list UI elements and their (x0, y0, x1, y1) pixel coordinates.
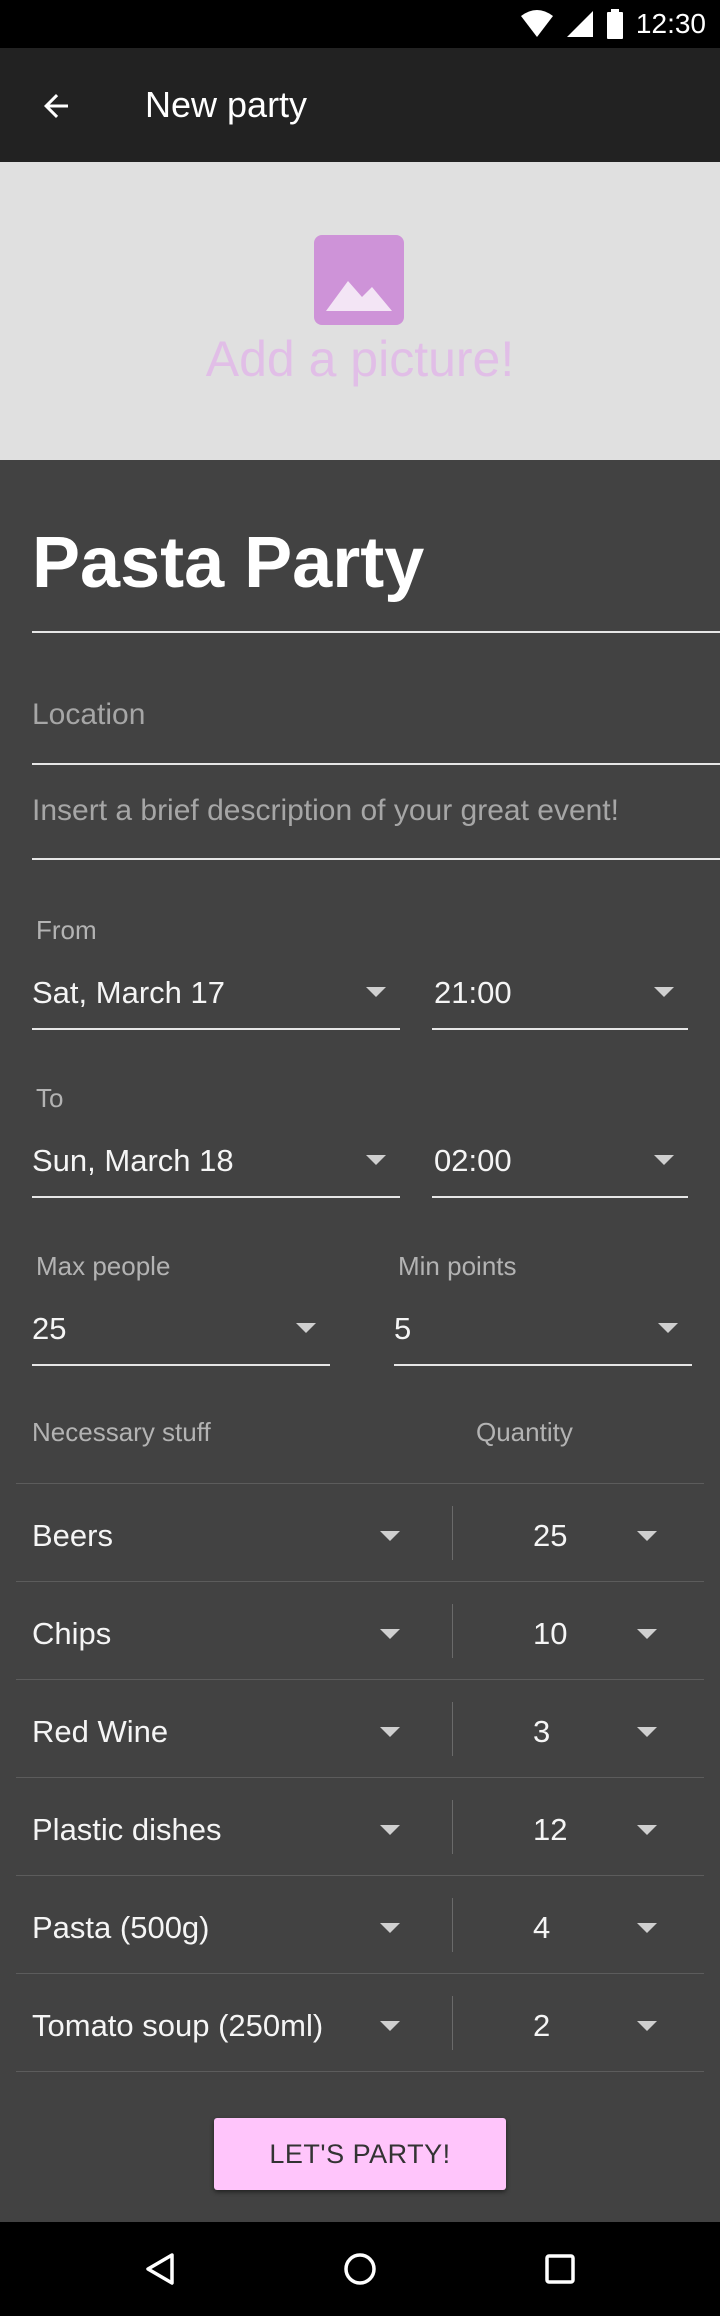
chevron-down-icon (366, 1155, 386, 1165)
location-underline (32, 763, 720, 765)
to-time-value: 02:00 (434, 1143, 512, 1178)
location-input[interactable]: Location (32, 698, 145, 732)
stuff-item-name: Plastic dishes (32, 1812, 222, 1847)
from-label: From (36, 915, 97, 945)
to-time-underline (432, 1196, 688, 1198)
status-bar: 12:30 (0, 0, 720, 48)
square-recents-icon (545, 2254, 575, 2284)
wifi-icon (520, 10, 553, 37)
stuff-divider (16, 1581, 704, 1582)
max-people-value: 25 (32, 1311, 67, 1346)
stuff-item-name: Pasta (500g) (32, 1910, 210, 1945)
chevron-down-icon (366, 987, 386, 997)
description-input[interactable]: Insert a brief description of your great… (32, 794, 619, 828)
status-time: 12:30 (635, 8, 706, 39)
necessary-stuff-label: Necessary stuff (32, 1417, 211, 1447)
chevron-down-icon (658, 1323, 678, 1333)
lets-party-button[interactable]: LET'S PARTY! (214, 2118, 506, 2190)
back-button[interactable] (24, 76, 88, 136)
stuff-item-name: Tomato soup (250ml) (32, 2008, 324, 2043)
stuff-divider (16, 2071, 704, 2072)
chevron-down-icon (380, 1825, 400, 1835)
chevron-down-icon (654, 987, 674, 997)
nav-back-button[interactable] (127, 2236, 193, 2302)
chevron-down-icon (380, 2021, 400, 2031)
add-picture-area[interactable]: Add a picture! (0, 162, 720, 460)
chevron-down-icon (654, 1155, 674, 1165)
min-points-value: 5 (394, 1311, 412, 1346)
stuff-quantity-value: 25 (533, 1518, 568, 1553)
circle-home-icon (344, 2253, 376, 2285)
party-form: Pasta Party Location Insert a brief desc… (0, 460, 720, 2222)
app-title: New party (145, 84, 308, 125)
to-date-underline (32, 1196, 400, 1198)
stuff-quantity-value: 4 (533, 1910, 551, 1945)
app-bar: New party (0, 48, 720, 162)
chevron-down-icon (637, 1531, 657, 1541)
party-title-input[interactable]: Pasta Party (32, 522, 424, 604)
chevron-down-icon (637, 1727, 657, 1737)
chevron-down-icon (380, 1531, 400, 1541)
quantity-label: Quantity (476, 1417, 573, 1447)
system-nav-bar (0, 2222, 720, 2316)
stuff-divider (16, 1777, 704, 1778)
triangle-back-icon (146, 2253, 174, 2285)
signal-icon (566, 11, 593, 37)
chevron-down-icon (637, 1629, 657, 1639)
stuff-quantity-value: 10 (533, 1616, 568, 1651)
chevron-down-icon (380, 1727, 400, 1737)
column-divider (452, 1996, 453, 2050)
chevron-down-icon (637, 2021, 657, 2031)
stuff-quantity-value: 3 (533, 1714, 551, 1749)
description-underline (32, 858, 720, 860)
image-icon (314, 235, 404, 325)
stuff-item-name: Chips (32, 1616, 112, 1651)
chevron-down-icon (637, 1825, 657, 1835)
title-underline (32, 631, 720, 633)
chevron-down-icon (637, 1923, 657, 1933)
nav-recents-button[interactable] (527, 2236, 593, 2302)
from-date-value: Sat, March 17 (32, 975, 225, 1010)
column-divider (452, 1604, 453, 1658)
stuff-quantity-value: 12 (533, 1812, 568, 1847)
from-date-underline (32, 1028, 400, 1030)
stuff-divider (16, 1973, 704, 1974)
min-points-underline (394, 1364, 692, 1366)
chevron-down-icon (380, 1923, 400, 1933)
column-divider (452, 1898, 453, 1952)
stuff-divider (16, 1679, 704, 1680)
add-picture-label: Add a picture! (205, 331, 515, 387)
stuff-divider (16, 1483, 704, 1484)
stuff-item-name: Beers (32, 1518, 113, 1553)
from-time-value: 21:00 (434, 975, 512, 1010)
stuff-quantity-value: 2 (533, 2008, 551, 2043)
nav-home-button[interactable] (327, 2236, 393, 2302)
min-points-label: Min points (398, 1251, 517, 1281)
chevron-down-icon (296, 1323, 316, 1333)
status-icons: 12:30 (520, 0, 706, 48)
chevron-down-icon (380, 1629, 400, 1639)
max-people-label: Max people (36, 1251, 171, 1281)
column-divider (452, 1702, 453, 1756)
to-date-value: Sun, March 18 (32, 1143, 234, 1178)
column-divider (452, 1800, 453, 1854)
max-people-underline (32, 1364, 330, 1366)
to-label: To (36, 1083, 64, 1113)
battery-icon (606, 9, 623, 39)
stuff-item-name: Red Wine (32, 1714, 169, 1749)
column-divider (452, 1506, 453, 1560)
from-time-underline (432, 1028, 688, 1030)
arrow-back-icon (44, 94, 68, 118)
stuff-divider (16, 1875, 704, 1876)
